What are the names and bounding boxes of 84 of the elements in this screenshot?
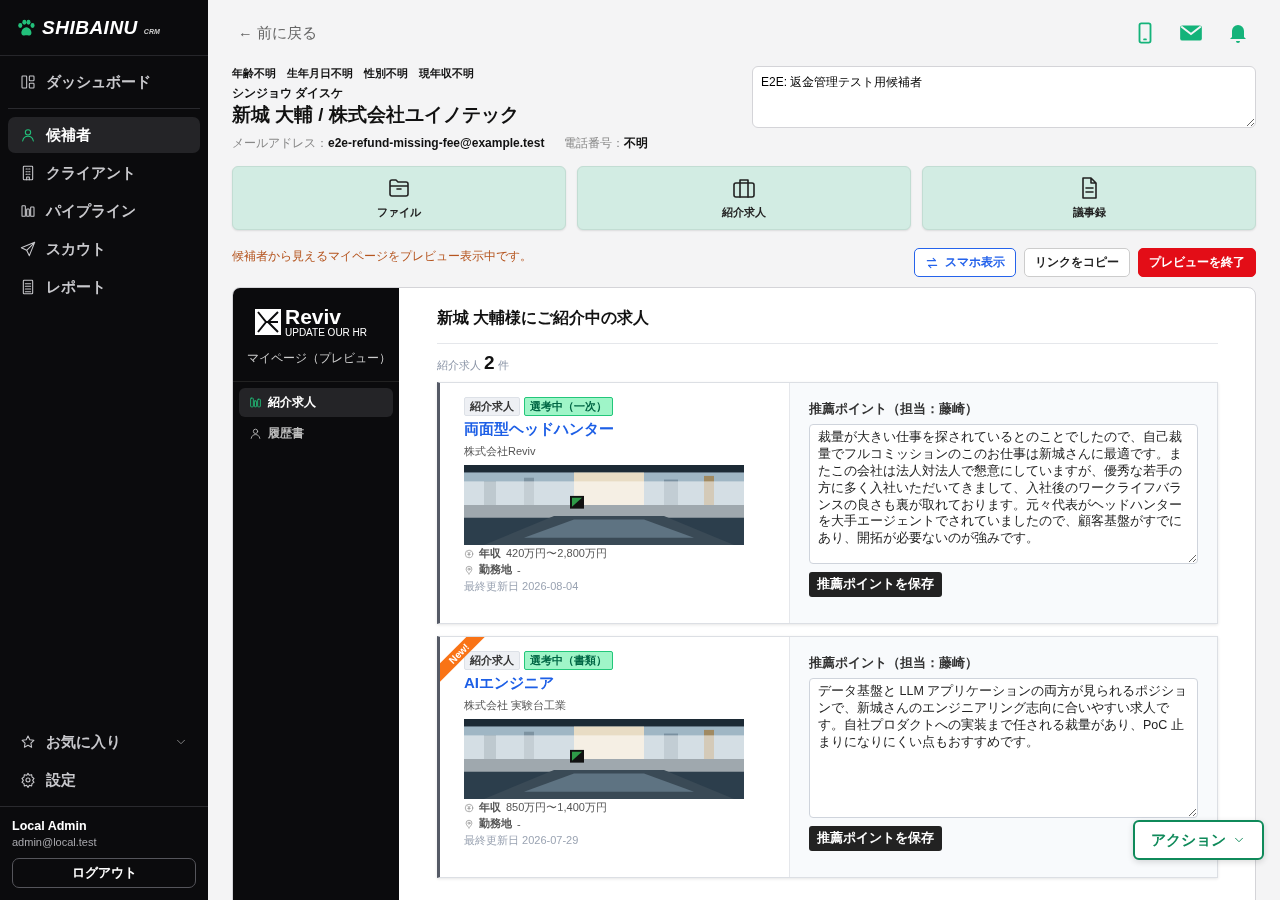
- preview-heading: 新城 大輔様にご紹介中の求人: [437, 288, 1218, 344]
- currency-icon: [464, 548, 474, 559]
- sidebar-item[interactable]: ダッシュボード: [8, 64, 200, 100]
- save-button[interactable]: 推薦ポイントを保存: [809, 572, 942, 597]
- company-name: 株式会社 実験台工業: [464, 698, 568, 713]
- dashboard-icon: [20, 74, 36, 90]
- phone-value: 不明: [624, 136, 649, 150]
- candidate-name: 新城 大輔 / 株式会社ユイノテック: [232, 103, 520, 127]
- updated-date: 最終更新日 2026-08-04: [464, 579, 580, 594]
- sidebar-item[interactable]: レポート: [8, 269, 200, 305]
- user-icon: [249, 427, 262, 440]
- action-button[interactable]: アクション: [1133, 820, 1264, 860]
- profile-attribute: 生年月日不明: [287, 66, 353, 81]
- profile-attribute: 年齢不明: [232, 66, 276, 81]
- email-label: メールアドレス：: [232, 136, 328, 150]
- favorites-item[interactable]: お気に入り: [8, 724, 200, 760]
- brand-tagline: UPDATE OUR HR: [285, 327, 368, 338]
- sidebar-item[interactable]: パイプライン: [8, 193, 200, 229]
- location-value: -: [517, 817, 521, 830]
- count-unit: 件: [497, 358, 509, 373]
- memo-field[interactable]: E2E: 返金管理テスト用候補者: [752, 66, 1256, 128]
- recommendation-field[interactable]: 裁量が大きい仕事を探されているとのことでしたので、自己裁量でフルコミッションのこのお仕事は新城さんに最適です。またこの会社は法人対法人で懇意にしていますが、優秀な若手の方に多く入社いただいてきまして、入社後のワークライフバランスの良さも裏が取れております。元々代表がヘッドハンターを大手エージェントでされていましたので、顧客基盤がすでにあり、開拓が必要ないのが強みです。: [809, 424, 1198, 564]
- preview-button[interactable]: プレビューを終了: [1138, 248, 1256, 277]
- swap-icon: [925, 255, 939, 270]
- salary-value: 420万円〜2,800万円: [506, 546, 607, 561]
- sidebar-item[interactable]: スカウト: [8, 231, 200, 267]
- star-icon: [20, 734, 36, 750]
- user-name: Local Admin: [12, 819, 88, 833]
- preview-button[interactable]: リンクをコピー: [1024, 248, 1130, 277]
- currency-icon: [464, 802, 474, 813]
- brand-name: Reviv: [285, 306, 343, 327]
- quick-action-button[interactable]: 紹介求人: [577, 166, 911, 230]
- company-name: 株式会社Reviv: [464, 444, 537, 459]
- report-icon: [20, 279, 36, 295]
- location-label: 勤務地: [479, 816, 512, 831]
- salary-label: 年収: [479, 800, 501, 815]
- back-link[interactable]: ← 前に戻る: [232, 23, 323, 43]
- bars-icon: [20, 203, 36, 219]
- phone-label: 電話番号：: [564, 136, 625, 150]
- updated-date: 最終更新日 2026-07-29: [464, 833, 580, 848]
- settings-item[interactable]: 設定: [8, 762, 200, 798]
- pin-icon: [464, 564, 474, 575]
- name-reading: シンジョウ ダイスケ: [232, 85, 345, 102]
- logout-button[interactable]: ログアウト: [12, 858, 196, 888]
- briefcase-icon: [732, 176, 756, 200]
- salary-label: 年収: [479, 546, 501, 561]
- mypage-subtitle: マイページ（プレビュー）: [233, 338, 399, 382]
- brand-mark-icon: [255, 309, 281, 335]
- job-tag: 紹介求人: [464, 397, 520, 416]
- pin-icon: [464, 818, 474, 829]
- recommendation-label: 推薦ポイント（担当：藤崎）: [809, 655, 979, 672]
- quick-action-button[interactable]: ファイル: [232, 166, 566, 230]
- job-tag: 選考中（書類）: [524, 651, 613, 670]
- preview-button[interactable]: スマホ表示: [914, 248, 1016, 277]
- job-count: 2: [484, 352, 495, 374]
- location-label: 勤務地: [479, 562, 512, 577]
- profile-attribute: 現年収不明: [419, 66, 474, 81]
- bars-icon: [249, 396, 262, 409]
- job-title[interactable]: AIエンジニア: [464, 674, 767, 693]
- save-button[interactable]: 推薦ポイントを保存: [809, 826, 942, 851]
- preview-nav-item[interactable]: 履歴書: [239, 419, 393, 448]
- preview-nav-item[interactable]: 紹介求人: [239, 388, 393, 417]
- profile-attribute: 性別不明: [364, 66, 408, 81]
- quick-action-button[interactable]: 議事録: [922, 166, 1256, 230]
- sidebar-item[interactable]: 候補者: [8, 117, 200, 153]
- preview-notice: 候補者から見えるマイページをプレビュー表示中です。: [232, 248, 532, 265]
- salary-value: 850万円〜1,400万円: [506, 800, 607, 815]
- folder-icon: [387, 176, 411, 200]
- sidebar-item[interactable]: クライアント: [8, 155, 200, 191]
- user-icon: [20, 127, 36, 143]
- recommendation-field[interactable]: データ基盤と LLM アプリケーションの両方が見られるポジションで、新城さんのエンジニアリング志向に合いやすい求人です。自社プロダクトへの実装まで任される裁量があり、PoC 止まりになりにくい点もおすすめです。: [809, 678, 1198, 818]
- location-value: -: [517, 563, 521, 576]
- building-icon: [20, 165, 36, 181]
- job-tag: 紹介求人: [464, 651, 520, 670]
- logo-text: SHIBAINU: [42, 16, 138, 39]
- email-value: e2e-refund-missing-fee@example.test: [328, 136, 545, 150]
- job-tag: 選考中（一次）: [524, 397, 613, 416]
- send-icon: [20, 241, 36, 257]
- paw-icon: [16, 18, 36, 37]
- count-label: 紹介求人: [437, 358, 481, 373]
- settings-icon: [20, 772, 36, 788]
- user-email: admin@local.test: [12, 836, 98, 848]
- recommendation-label: 推薦ポイント（担当：藤崎）: [809, 401, 979, 418]
- job-title[interactable]: 両面型ヘッドハンター: [464, 420, 767, 439]
